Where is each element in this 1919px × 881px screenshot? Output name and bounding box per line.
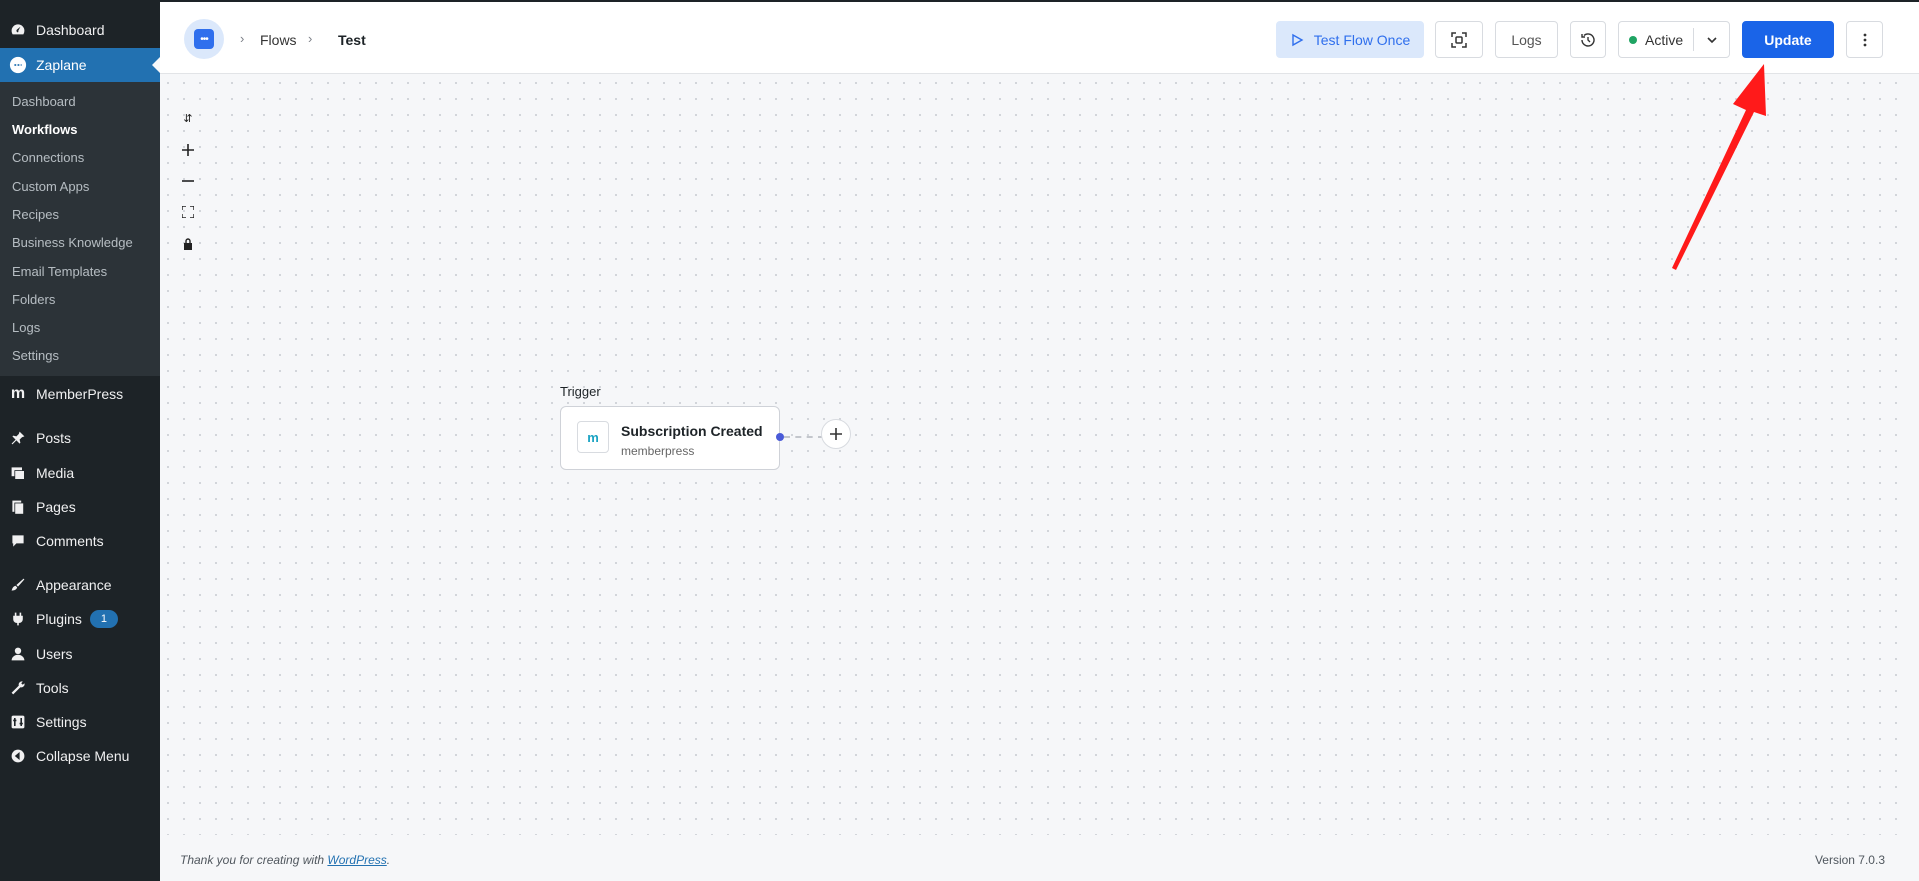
- submenu-settings[interactable]: Settings: [12, 348, 59, 363]
- scan-icon: [1451, 31, 1467, 48]
- test-flow-once-button[interactable]: Test Flow Once: [1276, 21, 1424, 58]
- dropdown-divider: [1693, 28, 1694, 51]
- menu-pages[interactable]: Pages: [0, 490, 160, 524]
- submenu-workflows[interactable]: Workflows: [12, 122, 78, 137]
- menu-zaplane[interactable]: Zaplane: [0, 48, 160, 82]
- pages-icon: [0, 499, 36, 515]
- submenu-business-knowledge[interactable]: Business Knowledge: [12, 235, 133, 250]
- play-icon: [1292, 33, 1304, 46]
- menu-comments[interactable]: Comments: [0, 524, 160, 558]
- menu-media[interactable]: Media: [0, 456, 160, 490]
- chevron-right-icon: ›: [308, 31, 313, 46]
- node-output-handle[interactable]: [776, 433, 784, 441]
- submenu-dashboard[interactable]: Dashboard: [12, 94, 76, 109]
- connector-line: [784, 436, 824, 438]
- trigger-label: Trigger: [560, 384, 601, 399]
- menu-media-label: Media: [36, 465, 75, 481]
- menu-plugins-label: Plugins: [36, 611, 82, 627]
- menu-pages-label: Pages: [36, 499, 76, 515]
- plugin-icon: [0, 611, 36, 627]
- plugins-update-badge: 1: [89, 610, 118, 628]
- menu-memberpress-label: MemberPress: [36, 386, 124, 402]
- menu-tools-label: Tools: [36, 680, 69, 696]
- menu-plugins[interactable]: Plugins 1: [0, 602, 160, 636]
- pin-icon: [0, 430, 36, 446]
- menu-posts[interactable]: Posts: [0, 421, 160, 455]
- fit-view-icon[interactable]: [176, 200, 200, 224]
- breadcrumb-current-flow: Test: [338, 32, 366, 48]
- media-icon: [0, 465, 36, 481]
- flow-header: ••• › Flows › Test Test Flow Once Logs A…: [160, 0, 1919, 74]
- submenu-connections[interactable]: Connections: [12, 150, 84, 165]
- zoom-in-icon[interactable]: [176, 138, 200, 162]
- screenshot-button[interactable]: [1435, 21, 1483, 58]
- flow-logo-icon: •••: [194, 29, 214, 49]
- more-options-button[interactable]: [1846, 21, 1883, 58]
- submenu-email-templates[interactable]: Email Templates: [12, 264, 107, 279]
- update-label: Update: [1764, 31, 1812, 48]
- submenu-custom-apps[interactable]: Custom Apps: [12, 179, 89, 194]
- settings-icon: [0, 714, 36, 730]
- trigger-node[interactable]: m Subscription Created memberpress: [560, 406, 780, 470]
- user-icon: [0, 646, 36, 662]
- menu-appearance-label: Appearance: [36, 577, 112, 593]
- flow-canvas[interactable]: ⇵ Trigger m Subscription Created memberp…: [160, 75, 1905, 835]
- logs-label: Logs: [1511, 31, 1542, 48]
- footer-thanks-text: Thank you for creating with: [180, 853, 328, 867]
- history-icon: [1581, 32, 1595, 47]
- menu-dashboard[interactable]: Dashboard: [0, 13, 160, 47]
- chevron-down-icon[interactable]: [1705, 33, 1719, 47]
- add-step-button[interactable]: [821, 419, 851, 449]
- menu-comments-label: Comments: [36, 533, 104, 549]
- collapse-icon: [0, 748, 36, 764]
- breadcrumb-flows[interactable]: Flows: [260, 32, 297, 48]
- menu-tools[interactable]: Tools: [0, 671, 160, 705]
- menu-posts-label: Posts: [36, 430, 72, 446]
- node-title: Subscription Created: [621, 423, 763, 439]
- zaplane-submenu: Dashboard Workflows Connections Custom A…: [0, 82, 160, 376]
- lock-icon[interactable]: [176, 232, 200, 256]
- swap-direction-icon[interactable]: ⇵: [176, 106, 200, 130]
- submenu-recipes[interactable]: Recipes: [12, 207, 59, 222]
- footer-thanks: Thank you for creating with WordPress.: [180, 853, 390, 867]
- chevron-right-icon: ›: [240, 31, 245, 46]
- footer-period: .: [386, 853, 391, 867]
- dashboard-icon: [0, 22, 36, 38]
- annotation-arrow: [1672, 64, 1766, 270]
- brush-icon: [0, 577, 36, 593]
- menu-appearance[interactable]: Appearance: [0, 568, 160, 602]
- collapse-menu-label: Collapse Menu: [36, 748, 130, 764]
- more-vertical-icon: [1863, 33, 1866, 46]
- submenu-logs[interactable]: Logs: [12, 320, 40, 335]
- test-flow-once-label: Test Flow Once: [1313, 31, 1411, 48]
- menu-dashboard-label: Dashboard: [36, 22, 105, 38]
- memberpress-app-icon: m: [577, 421, 609, 453]
- zaplane-icon: [0, 56, 36, 74]
- logs-button[interactable]: Logs: [1495, 21, 1558, 58]
- menu-settings-label: Settings: [36, 714, 87, 730]
- menu-users-label: Users: [36, 646, 73, 662]
- submenu-folders[interactable]: Folders: [12, 292, 55, 307]
- wrench-icon: [0, 680, 36, 696]
- comment-icon: [0, 533, 36, 549]
- history-button[interactable]: [1570, 21, 1606, 58]
- memberpress-icon: m: [10, 385, 26, 402]
- menu-users[interactable]: Users: [0, 637, 160, 671]
- footer-version: Version 7.0.3: [1814, 853, 1885, 867]
- zoom-out-icon[interactable]: [176, 169, 200, 193]
- active-status-dot: [1629, 35, 1637, 44]
- wordpress-link[interactable]: WordPress: [327, 853, 386, 867]
- menu-zaplane-label: Zaplane: [36, 57, 87, 73]
- plus-icon: [830, 428, 842, 440]
- status-label: Active: [1645, 31, 1684, 48]
- node-subtitle: memberpress: [621, 444, 695, 458]
- menu-memberpress[interactable]: m MemberPress: [0, 376, 160, 412]
- collapse-menu-button[interactable]: Collapse Menu: [0, 739, 160, 773]
- menu-settings[interactable]: Settings: [0, 705, 160, 739]
- zaplane-logo[interactable]: •••: [184, 19, 224, 59]
- admin-sidebar: Dashboard Zaplane Dashboard Workflows Co…: [0, 0, 160, 881]
